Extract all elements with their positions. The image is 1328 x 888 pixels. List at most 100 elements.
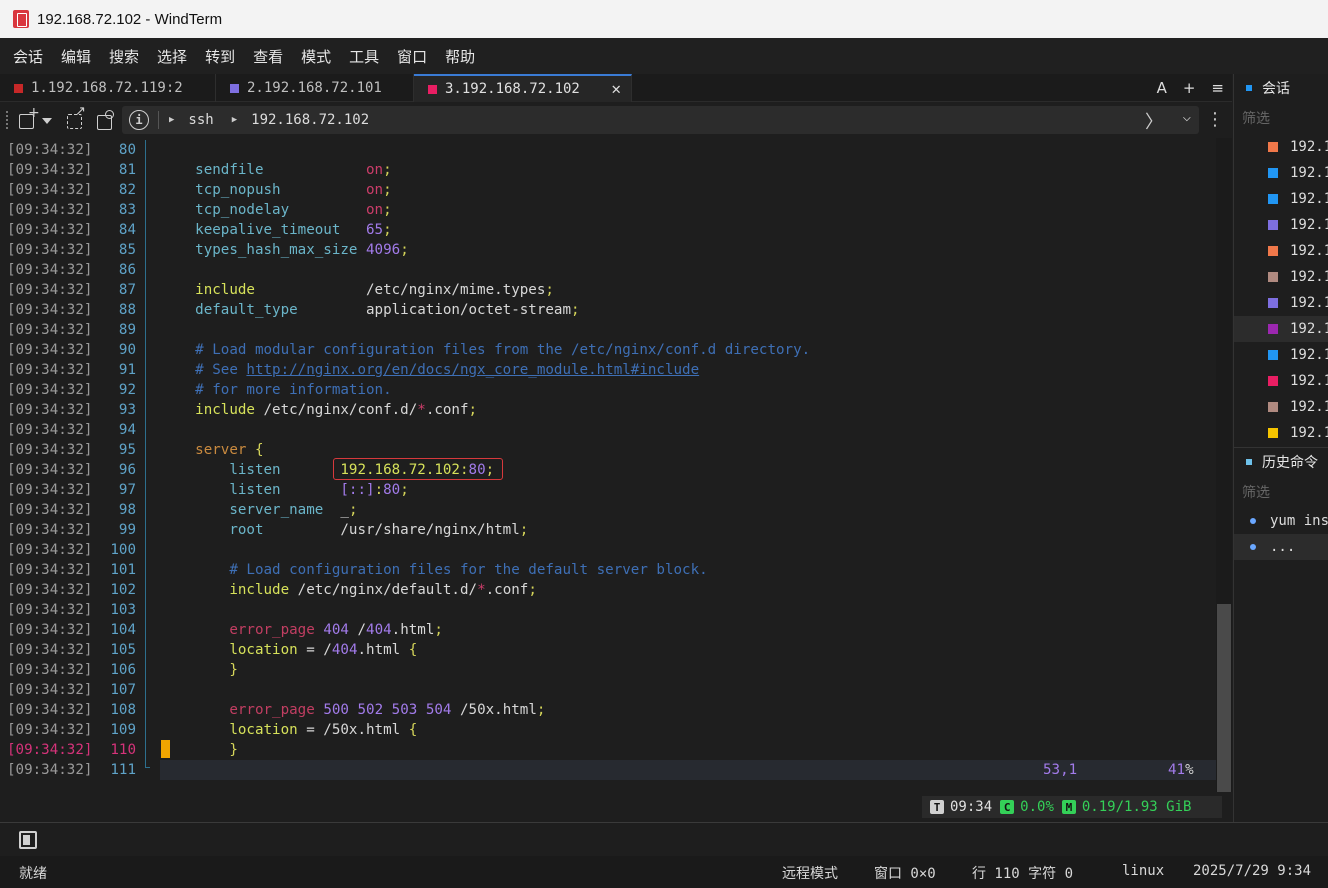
session-color-icon: [1268, 220, 1278, 230]
chevron-down-icon[interactable]: ⌵: [1183, 109, 1191, 125]
line-timestamp: [09:34:32]: [7, 582, 93, 598]
session-list-item[interactable]: 192.168.72.111: [1234, 420, 1328, 446]
line-number: 90: [118, 342, 136, 358]
more-vertical-icon[interactable]: ⋮: [1206, 110, 1224, 130]
breadcrumb-protocol[interactable]: ssh: [188, 112, 213, 128]
menu-mode[interactable]: 模式: [292, 46, 340, 67]
tab-menu-icon[interactable]: ≡: [1211, 79, 1224, 97]
line-code: # See http://nginx.org/en/docs/ngx_core_…: [195, 362, 700, 378]
toolbar-grip[interactable]: [6, 111, 10, 129]
history-label: ...: [1270, 539, 1296, 555]
sessions-panel-header[interactable]: 会话: [1234, 74, 1328, 102]
status-mode[interactable]: 远程模式: [782, 863, 838, 883]
terminal-line: [09:34:32] 107: [0, 680, 1216, 700]
triangle-right-icon: ▶: [169, 115, 175, 125]
session-list-item[interactable]: 192.168.72.102: [1234, 186, 1328, 212]
scrollbar-thumb[interactable]: [1217, 604, 1231, 792]
session-list-item[interactable]: 192.168.72.100: [1234, 134, 1328, 160]
line-code: # Load configuration files for the defau…: [229, 562, 708, 578]
windterm-logo-icon: [13, 10, 29, 28]
menu-bar: 会话 编辑 搜索 选择 转到 查看 模式 工具 窗口 帮助: [0, 38, 1328, 74]
history-filter-input[interactable]: 筛选: [1242, 482, 1270, 502]
tab-session-2[interactable]: 2.192.168.72.101: [216, 74, 414, 102]
line-timestamp: [09:34:32]: [7, 602, 93, 618]
duplicate-session-icon[interactable]: [94, 109, 116, 131]
history-list-item[interactable]: yum install: [1234, 508, 1328, 534]
tab-label: 3.192.168.72.102: [445, 81, 580, 97]
session-list-item[interactable]: 192.168.72.107: [1234, 316, 1328, 342]
tab-session-1[interactable]: 1.192.168.72.119:2: [0, 74, 216, 102]
session-color-icon: [428, 84, 437, 94]
menu-view[interactable]: 查看: [244, 46, 292, 67]
menu-edit[interactable]: 编辑: [52, 46, 100, 67]
address-bar[interactable]: i ▶ ssh ▶ 192.168.72.102 〉 ⌵: [122, 106, 1199, 134]
status-cursor[interactable]: 行 110 字符 0: [972, 863, 1073, 883]
status-os: linux: [1122, 863, 1165, 879]
toolbar: i ▶ ssh ▶ 192.168.72.102 〉 ⌵ ⋮: [0, 102, 1232, 138]
status-datetime: 2025/7/29 9:34: [1193, 863, 1312, 879]
line-number: 100: [110, 542, 136, 558]
font-icon[interactable]: A: [1157, 79, 1167, 97]
line-timestamp: [09:34:32]: [7, 262, 93, 278]
session-color-icon: [1268, 350, 1278, 360]
time-value: 09:34: [950, 799, 993, 815]
menu-search[interactable]: 搜索: [100, 46, 148, 67]
session-list-item[interactable]: 192.168.72.106: [1234, 290, 1328, 316]
session-color-icon: [1268, 324, 1278, 334]
line-timestamp: [09:34:32]: [7, 442, 93, 458]
menu-help[interactable]: 帮助: [436, 46, 484, 67]
line-number: 95: [118, 442, 136, 458]
menu-tools[interactable]: 工具: [340, 46, 388, 67]
line-timestamp: [09:34:32]: [7, 622, 93, 638]
bullet-icon: [1250, 544, 1256, 550]
line-number: 87: [118, 282, 136, 298]
session-list-item[interactable]: 192.168.72.109: [1234, 368, 1328, 394]
new-tab-icon[interactable]: +: [1183, 79, 1196, 97]
close-tab-icon[interactable]: ✕: [611, 79, 621, 98]
detach-session-icon[interactable]: [64, 104, 86, 131]
terminal-line: [09:34:32] 97 listen [::]:80;: [0, 480, 1216, 500]
line-number: 83: [118, 202, 136, 218]
history-panel-header[interactable]: 历史命令: [1234, 448, 1328, 476]
terminal-line: [09:34:32] 87 include /etc/nginx/mime.typ…: [0, 280, 1216, 300]
terminal-scrollbar[interactable]: [1216, 138, 1232, 792]
line-code: }: [229, 662, 238, 678]
history-list-item[interactable]: ...: [1234, 534, 1328, 560]
terminal-line: [09:34:32] 84 keepalive_timeout 65;: [0, 220, 1216, 240]
cpu-icon: C: [1000, 800, 1015, 814]
menu-goto[interactable]: 转到: [196, 46, 244, 67]
panel-toggle-icon[interactable]: [19, 831, 37, 849]
menu-select[interactable]: 选择: [148, 46, 196, 67]
session-label: 192.168.72.106: [1290, 295, 1328, 311]
line-number: 111: [110, 762, 136, 778]
session-list-item[interactable]: 192.168.72.110: [1234, 394, 1328, 420]
session-list-item[interactable]: 192.168.72.108: [1234, 342, 1328, 368]
line-number: 106: [110, 662, 136, 678]
menu-window[interactable]: 窗口: [388, 46, 436, 67]
sessions-filter-input[interactable]: 筛选: [1242, 108, 1270, 128]
line-timestamp: [09:34:32]: [7, 542, 93, 558]
chevron-right-icon[interactable]: 〉: [1145, 108, 1163, 134]
terminal-line: [09:34:32] 108 error_page 500 502 503 504…: [0, 700, 1216, 720]
session-list-item[interactable]: 192.168.72.103: [1234, 212, 1328, 238]
new-session-icon[interactable]: [16, 105, 40, 131]
info-icon[interactable]: i: [129, 110, 149, 130]
session-list-item[interactable]: 192.168.72.104: [1234, 238, 1328, 264]
terminal[interactable]: [09:34:32] 80 [09:34:32] 81 sendfile on; [09…: [0, 140, 1216, 782]
session-list-item[interactable]: 192.168.72.101: [1234, 160, 1328, 186]
line-timestamp: [09:34:32]: [7, 202, 93, 218]
chevron-down-icon[interactable]: [40, 109, 52, 131]
breadcrumb-host[interactable]: 192.168.72.102: [251, 112, 369, 128]
line-timestamp: [09:34:32]: [7, 342, 93, 358]
window-title: 192.168.72.102 - WindTerm: [37, 10, 223, 28]
terminal-line: [09:34:32] 83 tcp_nodelay on;: [0, 200, 1216, 220]
menu-session[interactable]: 会话: [4, 46, 52, 67]
session-list-item[interactable]: 192.168.72.105: [1234, 264, 1328, 290]
line-timestamp: [09:34:32]: [7, 722, 93, 738]
terminal-line: [09:34:32] 96 listen 192.168.72.102:80;: [0, 460, 1216, 480]
tab-session-3[interactable]: 3.192.168.72.102 ✕: [414, 74, 632, 102]
session-color-icon: [1268, 168, 1278, 178]
tab-bar: 1.192.168.72.119:2 2.192.168.72.101 3.19…: [0, 74, 1232, 102]
session-label: 192.168.72.104: [1290, 243, 1328, 259]
line-code: listen [::]:80;: [229, 482, 409, 498]
